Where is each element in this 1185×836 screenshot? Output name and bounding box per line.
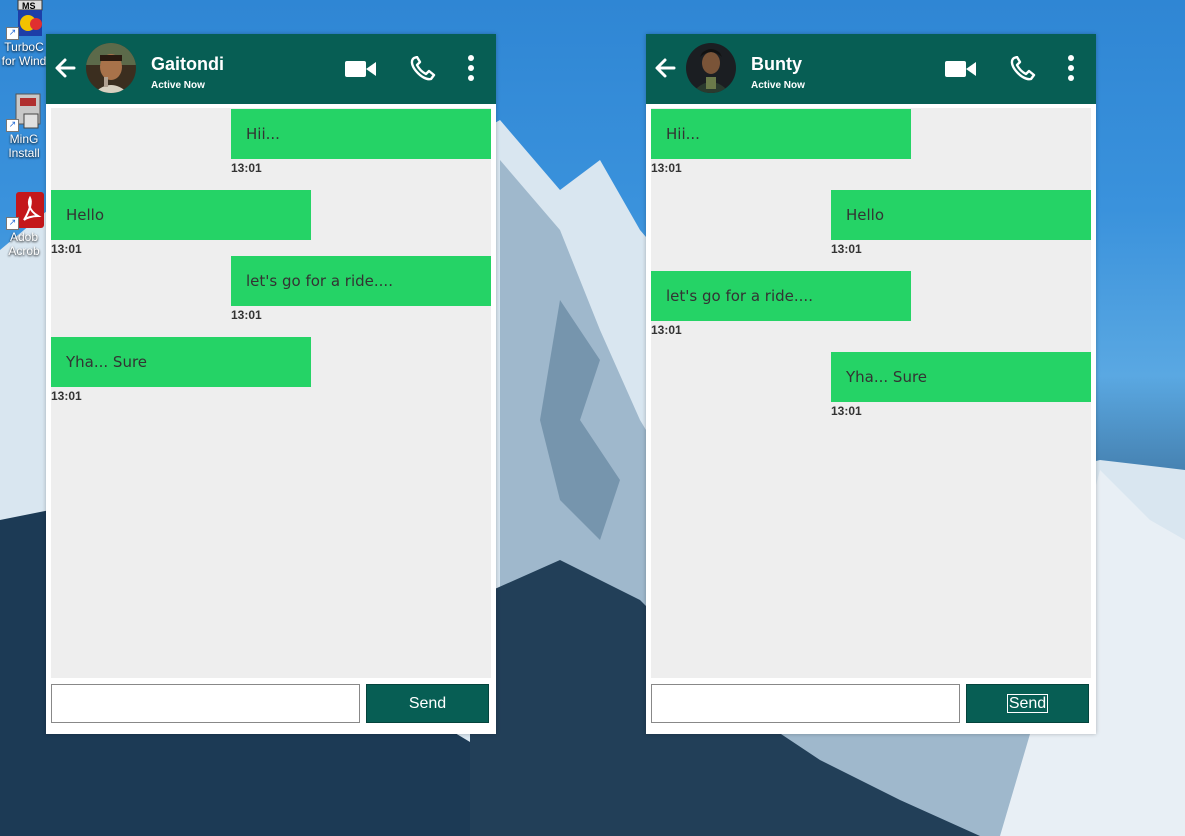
avatar[interactable]: [686, 43, 736, 93]
desktop-icon-label: Adob: [9, 230, 39, 244]
message-received: Hello 13:01: [51, 190, 311, 256]
avatar[interactable]: [86, 43, 136, 93]
contact-name: Gaitondi: [151, 54, 224, 74]
message-time: 13:01: [651, 323, 682, 337]
message-bubble: Yha... Sure: [831, 352, 1091, 402]
chat-window-gaitondi: Gaitondi Active Now Hii... 13:01 Hello 1…: [46, 34, 496, 734]
send-button[interactable]: Send: [966, 684, 1089, 723]
pdf-icon: ↗: [4, 190, 44, 230]
message-time: 13:01: [231, 161, 262, 175]
desktop-icon-acrobat[interactable]: ↗ Adob Acrob: [0, 190, 48, 258]
message-sent: let's go for a ride.... 13:01: [231, 256, 491, 322]
message-bubble: Hello: [831, 190, 1091, 240]
desktop-icon-label: for Wind: [1, 54, 47, 68]
video-call-icon[interactable]: [945, 59, 977, 79]
message-received: Yha... Sure 13:01: [51, 337, 311, 403]
message-list[interactable]: Hii... 13:01 Hello 13:01 let's go for a …: [51, 108, 491, 678]
message-sent: Hello 13:01: [831, 190, 1091, 256]
message-time: 13:01: [51, 242, 82, 256]
desktop-icon-label: Acrob: [8, 244, 40, 258]
phone-icon[interactable]: [409, 56, 437, 82]
send-button-label: Send: [1006, 694, 1049, 713]
message-bubble: Hii...: [651, 109, 911, 159]
message-time: 13:01: [831, 242, 862, 256]
desktop-icon-turboc[interactable]: MS ↗ TurboC for Wind: [0, 0, 48, 68]
more-options-icon[interactable]: [1064, 54, 1078, 82]
message-list[interactable]: Hii... 13:01 Hello 13:01 let's go for a …: [651, 108, 1091, 678]
message-bubble: let's go for a ride....: [651, 271, 911, 321]
desktop-icon-mingw[interactable]: ↗ MinG Install: [0, 92, 48, 160]
more-options-icon[interactable]: [464, 54, 478, 82]
message-received: let's go for a ride.... 13:01: [651, 271, 911, 337]
message-received: Hii... 13:01: [651, 109, 911, 175]
message-input[interactable]: [651, 684, 960, 723]
message-bubble: let's go for a ride....: [231, 256, 491, 306]
message-time: 13:01: [231, 308, 262, 322]
chat-header: Gaitondi Active Now: [46, 34, 496, 104]
message-bubble: Yha... Sure: [51, 337, 311, 387]
back-arrow-icon[interactable]: [654, 57, 676, 79]
message-bubble: Hello: [51, 190, 311, 240]
contact-status: Active Now: [751, 80, 805, 91]
shortcut-arrow-icon: ↗: [6, 217, 19, 230]
send-button-label: Send: [408, 695, 447, 712]
message-time: 13:01: [51, 389, 82, 403]
installer-icon: ↗: [4, 92, 44, 132]
chat-header: Bunty Active Now: [646, 34, 1096, 104]
message-bubble: Hii...: [231, 109, 491, 159]
desktop-icon-label: TurboC: [4, 40, 44, 54]
shortcut-arrow-icon: ↗: [6, 119, 19, 132]
chat-window-bunty: Bunty Active Now Hii... 13:01 Hello 13:0…: [646, 34, 1096, 734]
video-call-icon[interactable]: [345, 59, 377, 79]
ms-badge: MS: [22, 1, 36, 11]
message-time: 13:01: [831, 404, 862, 418]
back-arrow-icon[interactable]: [54, 57, 76, 79]
shortcut-arrow-icon: ↗: [6, 27, 19, 40]
message-sent: Yha... Sure 13:01: [831, 352, 1091, 418]
contact-name: Bunty: [751, 54, 802, 74]
send-button[interactable]: Send: [366, 684, 489, 723]
message-input[interactable]: [51, 684, 360, 723]
desktop-icon-label: MinG: [9, 132, 39, 146]
phone-icon[interactable]: [1009, 56, 1037, 82]
turboc-icon: MS ↗: [4, 0, 44, 40]
message-sent: Hii... 13:01: [231, 109, 491, 175]
contact-status: Active Now: [151, 80, 205, 91]
desktop-icon-label: Install: [8, 146, 40, 160]
message-time: 13:01: [651, 161, 682, 175]
